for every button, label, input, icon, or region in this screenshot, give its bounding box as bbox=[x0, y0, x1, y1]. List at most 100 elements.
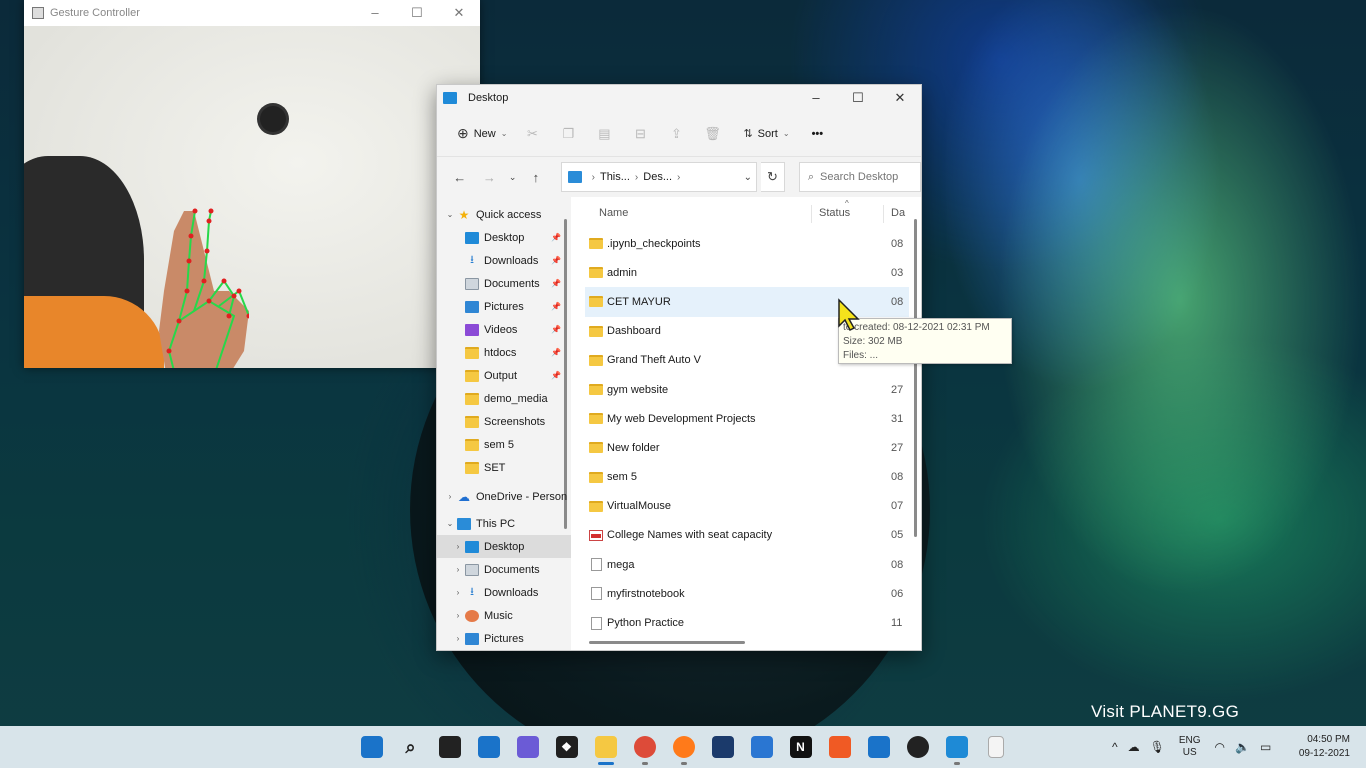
nav-item[interactable]: htdocs 📌 bbox=[437, 341, 571, 364]
file-row[interactable]: My web Development Projects 31 bbox=[571, 404, 921, 433]
search-input[interactable] bbox=[820, 171, 921, 183]
file-row[interactable]: mega 08 bbox=[571, 550, 921, 579]
address-bar[interactable]: › This... › Des... › ⌄ bbox=[560, 162, 757, 192]
nav-item[interactable]: Documents 📌 bbox=[437, 272, 571, 295]
file-list-scrollbar-vertical[interactable] bbox=[914, 219, 917, 537]
nav-item[interactable]: › ☁ OneDrive - Person bbox=[437, 485, 571, 508]
nav-item[interactable]: › Desktop bbox=[437, 535, 571, 558]
volume-icon[interactable]: 🔈 bbox=[1235, 740, 1250, 754]
chevron-right-icon[interactable]: › bbox=[451, 565, 465, 574]
github-icon[interactable] bbox=[898, 726, 937, 768]
column-name[interactable]: Name bbox=[599, 207, 628, 219]
chevron-right-icon[interactable]: › bbox=[451, 634, 465, 643]
chat-icon[interactable] bbox=[508, 726, 547, 768]
nav-item[interactable]: SET bbox=[437, 456, 571, 479]
up-arrow-icon[interactable]: ↑ bbox=[523, 170, 549, 185]
new-button[interactable]: ⊕ New ⌄ bbox=[453, 119, 511, 149]
chevron-right-icon[interactable]: › bbox=[451, 611, 465, 620]
dropbox-icon[interactable]: ❖ bbox=[547, 726, 586, 768]
chevron-right-icon[interactable]: › bbox=[443, 492, 457, 501]
file-row[interactable]: .ipynb_checkpoints 08 bbox=[571, 229, 921, 258]
language-indicator[interactable]: ENG US bbox=[1179, 735, 1201, 759]
rename-icon[interactable]: ⊟ bbox=[625, 119, 655, 149]
notion-icon[interactable]: N bbox=[781, 726, 820, 768]
chevron-right-icon[interactable]: › bbox=[451, 542, 465, 551]
file-row[interactable]: Python Practice 11 bbox=[571, 608, 921, 637]
nav-item[interactable]: › Documents bbox=[437, 558, 571, 581]
paste-icon[interactable]: ▤ bbox=[589, 119, 619, 149]
cut-icon[interactable]: ✂ bbox=[517, 119, 547, 149]
nav-item[interactable]: ⭳ Downloads 📌 bbox=[437, 249, 571, 272]
recent-chevron-icon[interactable]: ⌄ bbox=[506, 172, 519, 183]
windows-start-icon[interactable] bbox=[352, 726, 391, 768]
file-list-scrollbar-horizontal[interactable] bbox=[589, 641, 745, 644]
file-row[interactable]: College Names with seat capacity 05 bbox=[571, 521, 921, 550]
tray-overflow-chevron-icon[interactable]: ^ bbox=[1112, 740, 1118, 754]
brave-icon[interactable] bbox=[820, 726, 859, 768]
chevron-down-icon[interactable]: ⌄ bbox=[443, 519, 457, 528]
more-options-button[interactable]: ••• bbox=[808, 119, 828, 149]
nav-item[interactable]: ⌄ ★ Quick access bbox=[437, 203, 571, 226]
file-explorer-window[interactable]: Desktop – ☐ ✕ ⊕ New ⌄ ✂ ❐ ▤ ⊟ ⇪ 🗑 ⇅ Sort… bbox=[436, 84, 922, 651]
share-icon[interactable]: ⇪ bbox=[661, 119, 691, 149]
chevron-down-icon[interactable]: ⌄ bbox=[443, 210, 457, 219]
back-arrow-icon[interactable]: ← bbox=[447, 170, 473, 185]
column-status[interactable]: Status bbox=[819, 207, 850, 219]
chevron-right-icon[interactable]: › bbox=[451, 588, 465, 597]
copy-icon[interactable]: ❐ bbox=[553, 119, 583, 149]
search-box[interactable]: ⌕ bbox=[798, 162, 921, 192]
file-row[interactable]: gym website 27 bbox=[571, 375, 921, 404]
column-date[interactable]: Da bbox=[891, 207, 905, 219]
notepad-icon[interactable] bbox=[976, 726, 1015, 768]
onedrive-cloud-icon[interactable]: ☁ bbox=[1128, 740, 1140, 754]
nav-item[interactable]: Output 📌 bbox=[437, 364, 571, 387]
nav-item[interactable]: demo_media bbox=[437, 387, 571, 410]
address-dropdown-icon[interactable]: ⌄ bbox=[744, 172, 752, 183]
nav-item[interactable]: sem 5 bbox=[437, 433, 571, 456]
close-button[interactable]: ✕ bbox=[879, 90, 921, 106]
search-icon[interactable]: ⌕ bbox=[391, 726, 430, 768]
file-row[interactable]: New folder 27 bbox=[571, 433, 921, 462]
close-button[interactable]: ✕ bbox=[438, 5, 480, 21]
mail-icon[interactable] bbox=[859, 726, 898, 768]
refresh-icon[interactable]: ↻ bbox=[760, 162, 785, 192]
maximize-button[interactable]: ☐ bbox=[837, 90, 879, 106]
gesture-controller-window[interactable]: Gesture Controller – ☐ ✕ bbox=[24, 0, 480, 368]
nav-item[interactable]: Screenshots bbox=[437, 410, 571, 433]
breadcrumb-desktop[interactable]: Des... bbox=[643, 171, 672, 183]
clock[interactable]: 04:50 PM 09-12-2021 bbox=[1299, 733, 1350, 761]
nav-item[interactable]: › ⭳ Downloads bbox=[437, 581, 571, 604]
chrome-icon[interactable] bbox=[625, 726, 664, 768]
nav-item[interactable]: ⌄ This PC bbox=[437, 512, 571, 535]
minimize-button[interactable]: – bbox=[354, 5, 396, 21]
column-divider[interactable] bbox=[883, 205, 884, 223]
nav-item[interactable]: › Music bbox=[437, 604, 571, 627]
delete-icon[interactable]: 🗑 bbox=[697, 119, 727, 149]
nav-item[interactable]: Videos 📌 bbox=[437, 318, 571, 341]
nav-item[interactable]: › Pictures bbox=[437, 627, 571, 650]
microsoft-store-icon[interactable] bbox=[742, 726, 781, 768]
app-store-icon[interactable] bbox=[703, 726, 742, 768]
task-view-icon[interactable] bbox=[430, 726, 469, 768]
file-explorer-icon[interactable] bbox=[586, 726, 625, 768]
sort-button[interactable]: ⇅ Sort ⌄ bbox=[739, 119, 793, 149]
nav-item[interactable]: Desktop 📌 bbox=[437, 226, 571, 249]
explorer-titlebar[interactable]: Desktop – ☐ ✕ bbox=[437, 85, 921, 111]
column-divider[interactable] bbox=[811, 205, 812, 223]
microphone-icon[interactable]: 🎙 bbox=[1150, 740, 1165, 754]
breadcrumb-this-pc[interactable]: This... bbox=[600, 171, 630, 183]
battery-icon[interactable]: ▭ bbox=[1260, 740, 1271, 754]
nav-item[interactable]: Pictures 📌 bbox=[437, 295, 571, 318]
maximize-button[interactable]: ☐ bbox=[396, 5, 438, 21]
forward-arrow-icon[interactable]: → bbox=[477, 170, 503, 185]
file-row[interactable]: admin 03 bbox=[571, 258, 921, 287]
gesture-titlebar[interactable]: Gesture Controller – ☐ ✕ bbox=[24, 0, 480, 26]
firefox-icon[interactable] bbox=[664, 726, 703, 768]
file-row[interactable]: VirtualMouse 07 bbox=[571, 492, 921, 521]
vscode-icon[interactable] bbox=[937, 726, 976, 768]
wifi-icon[interactable]: ◠ bbox=[1215, 740, 1225, 754]
file-row[interactable]: sem 5 08 bbox=[571, 463, 921, 492]
file-row[interactable]: myfirstnotebook 06 bbox=[571, 579, 921, 608]
minimize-button[interactable]: – bbox=[795, 90, 837, 106]
widgets-icon[interactable] bbox=[469, 726, 508, 768]
